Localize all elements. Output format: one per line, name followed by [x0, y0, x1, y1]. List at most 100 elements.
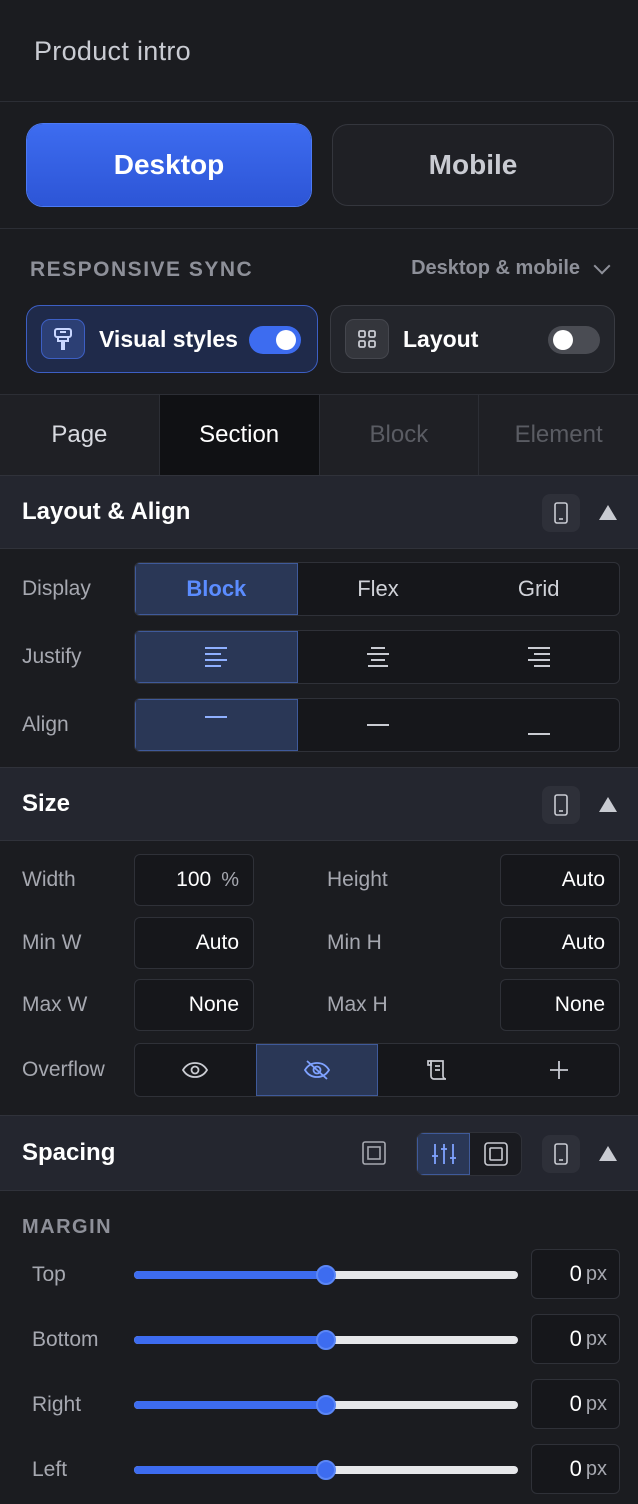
- align-bottom-icon: [527, 733, 550, 735]
- margin-right-slider[interactable]: [134, 1395, 518, 1415]
- align-top-option[interactable]: [135, 699, 298, 751]
- scroll-icon: [427, 1060, 447, 1080]
- grid-icon: [345, 319, 389, 359]
- margin-right-label: Right: [32, 1393, 82, 1416]
- height-label: Height: [327, 868, 388, 891]
- display-label: Display: [22, 577, 91, 600]
- margin-left-input[interactable]: 0 px: [531, 1444, 620, 1494]
- tab-section[interactable]: Section: [159, 395, 320, 475]
- tab-page[interactable]: Page: [0, 395, 160, 475]
- margin-top-label: Top: [32, 1263, 66, 1286]
- slider-fill: [134, 1336, 326, 1344]
- width-unit[interactable]: %: [221, 869, 239, 892]
- plus-icon: [549, 1061, 568, 1079]
- margin-unit: px: [585, 1457, 607, 1480]
- eye-icon: [182, 1062, 209, 1078]
- width-label: Width: [22, 868, 76, 891]
- margin-left-slider[interactable]: [134, 1460, 518, 1480]
- visual-styles-toggle[interactable]: [249, 326, 301, 354]
- desktop-button[interactable]: Desktop: [27, 124, 311, 206]
- sync-dropdown[interactable]: Desktop & mobile: [411, 257, 611, 280]
- overflow-visible-option[interactable]: [135, 1044, 256, 1096]
- align-segmented: [134, 698, 620, 752]
- align-middle-icon: [367, 724, 389, 726]
- width-input[interactable]: 100 %: [134, 854, 254, 906]
- slider-fill: [134, 1271, 326, 1279]
- spacing-header[interactable]: Spacing: [0, 1115, 638, 1191]
- slider-thumb[interactable]: [316, 1330, 336, 1350]
- overflow-hidden-option[interactable]: [255, 1044, 378, 1096]
- sliders-mode-button[interactable]: [417, 1133, 470, 1175]
- margin-value: 0: [569, 1261, 582, 1286]
- align-right-icon: [527, 647, 550, 667]
- section-title: Layout & Align: [22, 498, 191, 525]
- justify-segmented: [134, 630, 620, 684]
- max-width-input[interactable]: None: [134, 979, 254, 1031]
- box-mode-button[interactable]: [470, 1133, 521, 1175]
- height-input[interactable]: Auto: [500, 854, 620, 906]
- min-height-input[interactable]: Auto: [500, 917, 620, 969]
- properties-panel: Product intro Desktop Mobile RESPONSIVE …: [0, 0, 638, 1504]
- overflow-scroll-option[interactable]: [378, 1044, 499, 1096]
- align-top-icon: [205, 716, 228, 718]
- margin-bottom-input[interactable]: 0 px: [531, 1314, 620, 1364]
- margin-bottom-label: Bottom: [32, 1328, 99, 1351]
- layout-toggle[interactable]: [548, 326, 600, 354]
- paint-roller-icon: [41, 319, 85, 359]
- responsive-sync-label: RESPONSIVE SYNC: [30, 258, 254, 281]
- max-height-input[interactable]: None: [500, 979, 620, 1031]
- phone-icon[interactable]: [542, 494, 580, 532]
- align-bottom-option[interactable]: [458, 699, 619, 751]
- max-width-label: Max W: [22, 993, 88, 1016]
- layout-label: Layout: [403, 325, 479, 352]
- tab-element[interactable]: Element: [479, 395, 638, 475]
- scope-tabs: Page Section Block Element: [0, 394, 638, 476]
- collapse-icon[interactable]: [599, 797, 617, 812]
- size-header[interactable]: Size: [0, 767, 638, 841]
- slider-fill: [134, 1466, 326, 1474]
- phone-icon[interactable]: [542, 1135, 580, 1173]
- margin-right-input[interactable]: 0 px: [531, 1379, 620, 1429]
- align-middle-option[interactable]: [298, 699, 459, 751]
- box-model-icon: [483, 1142, 508, 1166]
- collapse-icon[interactable]: [599, 1146, 617, 1161]
- margin-unit: px: [585, 1327, 607, 1350]
- margin-unit: px: [585, 1262, 607, 1285]
- display-segmented: Block Flex Grid: [134, 562, 620, 616]
- slider-thumb[interactable]: [316, 1265, 336, 1285]
- display-grid-option[interactable]: Grid: [458, 563, 619, 615]
- min-height-label: Min H: [327, 931, 382, 954]
- divider: [0, 228, 638, 229]
- display-flex-option[interactable]: Flex: [298, 563, 459, 615]
- tab-block[interactable]: Block: [320, 395, 480, 475]
- margin-top-slider[interactable]: [134, 1265, 518, 1285]
- margin-value: 0: [569, 1456, 582, 1481]
- box-icon[interactable]: [356, 1135, 392, 1171]
- slider-thumb[interactable]: [316, 1395, 336, 1415]
- section-title: Spacing: [22, 1139, 116, 1166]
- section-title: Size: [22, 790, 71, 817]
- phone-icon[interactable]: [542, 786, 580, 824]
- display-block-option[interactable]: Block: [135, 563, 298, 615]
- layout-align-header[interactable]: Layout & Align: [0, 475, 638, 549]
- slider-thumb[interactable]: [316, 1460, 336, 1480]
- overflow-auto-option[interactable]: [499, 1044, 620, 1096]
- margin-bottom-slider[interactable]: [134, 1330, 518, 1350]
- min-width-input[interactable]: Auto: [134, 917, 254, 969]
- collapse-icon[interactable]: [599, 505, 617, 520]
- panel-header: Product intro: [0, 0, 638, 102]
- visual-styles-option[interactable]: Visual styles: [26, 305, 318, 373]
- margin-top-input[interactable]: 0 px: [531, 1249, 620, 1299]
- slider-fill: [134, 1401, 326, 1409]
- overflow-label: Overflow: [22, 1058, 105, 1081]
- overflow-segmented: [134, 1043, 620, 1097]
- sliders-icon: [431, 1144, 456, 1164]
- margin-unit: px: [585, 1392, 607, 1415]
- justify-right-option[interactable]: [458, 631, 619, 683]
- justify-label: Justify: [22, 645, 82, 668]
- justify-center-option[interactable]: [298, 631, 459, 683]
- justify-left-option[interactable]: [135, 631, 298, 683]
- margin-label: MARGIN: [22, 1216, 113, 1238]
- layout-option[interactable]: Layout: [330, 305, 615, 373]
- mobile-button[interactable]: Mobile: [332, 124, 614, 206]
